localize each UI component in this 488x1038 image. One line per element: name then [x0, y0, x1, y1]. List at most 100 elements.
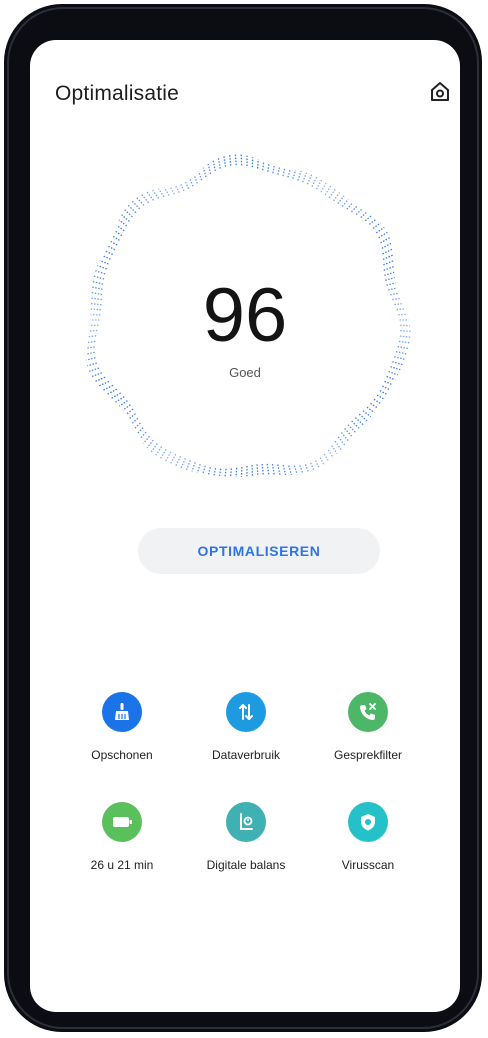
gauge-tick	[114, 230, 123, 237]
gauge-tick	[383, 265, 394, 271]
gauge-tick	[333, 192, 341, 202]
gauge-tick	[131, 417, 139, 424]
gauge-tick	[310, 462, 315, 470]
gauge-tick	[386, 375, 396, 381]
gauge-tick	[134, 422, 141, 429]
gauge-tick	[139, 431, 147, 440]
gauge-tick	[124, 209, 133, 218]
gauge-tick	[344, 428, 353, 438]
gauge-tick	[93, 275, 105, 280]
tool-data-usage[interactable]: Dataverbruik	[191, 692, 301, 762]
gauge-tick	[388, 370, 399, 376]
gauge-tick	[287, 168, 291, 178]
gauge-tick	[127, 204, 137, 214]
gauge-tick	[351, 205, 358, 213]
gauge-tick	[337, 195, 345, 205]
gauge-tick	[105, 250, 113, 256]
gauge-tick	[89, 329, 98, 332]
gauge-tick	[256, 159, 259, 169]
gauge-tick	[90, 297, 102, 301]
gauge-tick	[107, 388, 118, 395]
gauge-tick	[396, 308, 405, 311]
gauge-tick	[272, 165, 275, 174]
gauge-tick	[390, 366, 401, 371]
gauge-tick	[224, 468, 227, 477]
gauge-tick	[293, 465, 298, 475]
gauge-tick	[362, 410, 372, 418]
gauge-tick	[185, 181, 190, 190]
gauge-tick	[341, 198, 349, 207]
gauge-tick	[368, 218, 377, 225]
gauge-tick	[311, 176, 318, 187]
gauge-tick	[207, 163, 212, 175]
gauge-tick	[277, 167, 281, 175]
gauge-tick	[155, 446, 163, 456]
gauge-tick	[380, 237, 391, 244]
gauge-tick	[157, 188, 165, 198]
gauge-tick	[202, 465, 206, 475]
gauge-tick	[202, 167, 207, 178]
gauge-tick	[337, 436, 346, 446]
gauge-tick	[394, 303, 402, 306]
tool-digital-balance[interactable]: Digitale balans	[191, 802, 301, 872]
gauge-tick	[271, 463, 275, 475]
gauge-tick	[111, 392, 122, 399]
gauge-tick	[306, 174, 313, 185]
gauge-tick	[366, 406, 375, 414]
gauge-tick	[90, 308, 102, 311]
gauge-tick	[395, 351, 407, 355]
gauge-tick	[388, 287, 397, 291]
gauge-tick	[128, 413, 136, 420]
gauge-tick	[358, 413, 368, 422]
gauge-tick	[379, 390, 387, 395]
gauge-tick	[302, 172, 308, 183]
gauge-tick	[355, 208, 362, 216]
screen: Optimalisatie 96 Goed OPTIMALISEREN Opsc…	[30, 40, 460, 1012]
gauge-tick	[193, 175, 198, 184]
gauge-tick	[386, 282, 396, 286]
gauge-tick	[314, 460, 320, 468]
gauge-tick	[95, 270, 106, 275]
gauge-tick	[228, 154, 232, 166]
gauge-tick	[331, 445, 338, 455]
tool-label: 26 u 21 min	[90, 858, 154, 872]
tool-label: Opschonen	[91, 748, 153, 762]
gauge-tick	[90, 302, 102, 306]
gauge-tick	[131, 200, 141, 210]
gauge-tick	[97, 264, 107, 270]
gauge-tick	[319, 457, 325, 466]
gauge-tick	[299, 465, 304, 474]
gauge-tick	[91, 372, 103, 378]
gauge-tick	[86, 351, 95, 355]
gauge-tick	[354, 417, 364, 426]
gauge-tick	[262, 161, 265, 171]
gauge-tick	[218, 468, 222, 477]
gauge-tick	[277, 464, 281, 476]
gauge-tick	[334, 440, 342, 450]
gauge-tick	[180, 458, 187, 469]
gauge-tick	[159, 449, 167, 459]
gauge-tick	[323, 453, 330, 462]
gauge-tick	[304, 464, 309, 473]
gauge-tick	[122, 404, 131, 411]
gauge-tick	[174, 185, 180, 193]
optimize-button[interactable]: OPTIMALISEREN	[138, 528, 380, 574]
gauge-tick	[375, 226, 385, 234]
gauge-tick	[92, 280, 104, 285]
shield-icon	[348, 802, 388, 842]
gauge-tick	[397, 345, 409, 350]
gauge-tick	[351, 420, 360, 430]
gauge-tick	[324, 185, 332, 196]
tool-virus-scan[interactable]: Virusscan	[313, 802, 423, 872]
gauge-tick	[340, 432, 349, 442]
tool-cleanup[interactable]: Opschonen	[67, 692, 177, 762]
gauge-tick	[384, 380, 393, 386]
gauge-tick	[385, 277, 395, 281]
gauge-tick	[282, 168, 286, 177]
gauge-tick	[212, 160, 216, 172]
tool-call-filter[interactable]: Gesprekfilter	[313, 692, 423, 762]
gauge-tick	[146, 439, 154, 449]
tool-battery[interactable]: 26 u 21 min	[67, 802, 177, 872]
gauge-tick	[384, 271, 395, 276]
gauge-tick	[163, 187, 170, 196]
